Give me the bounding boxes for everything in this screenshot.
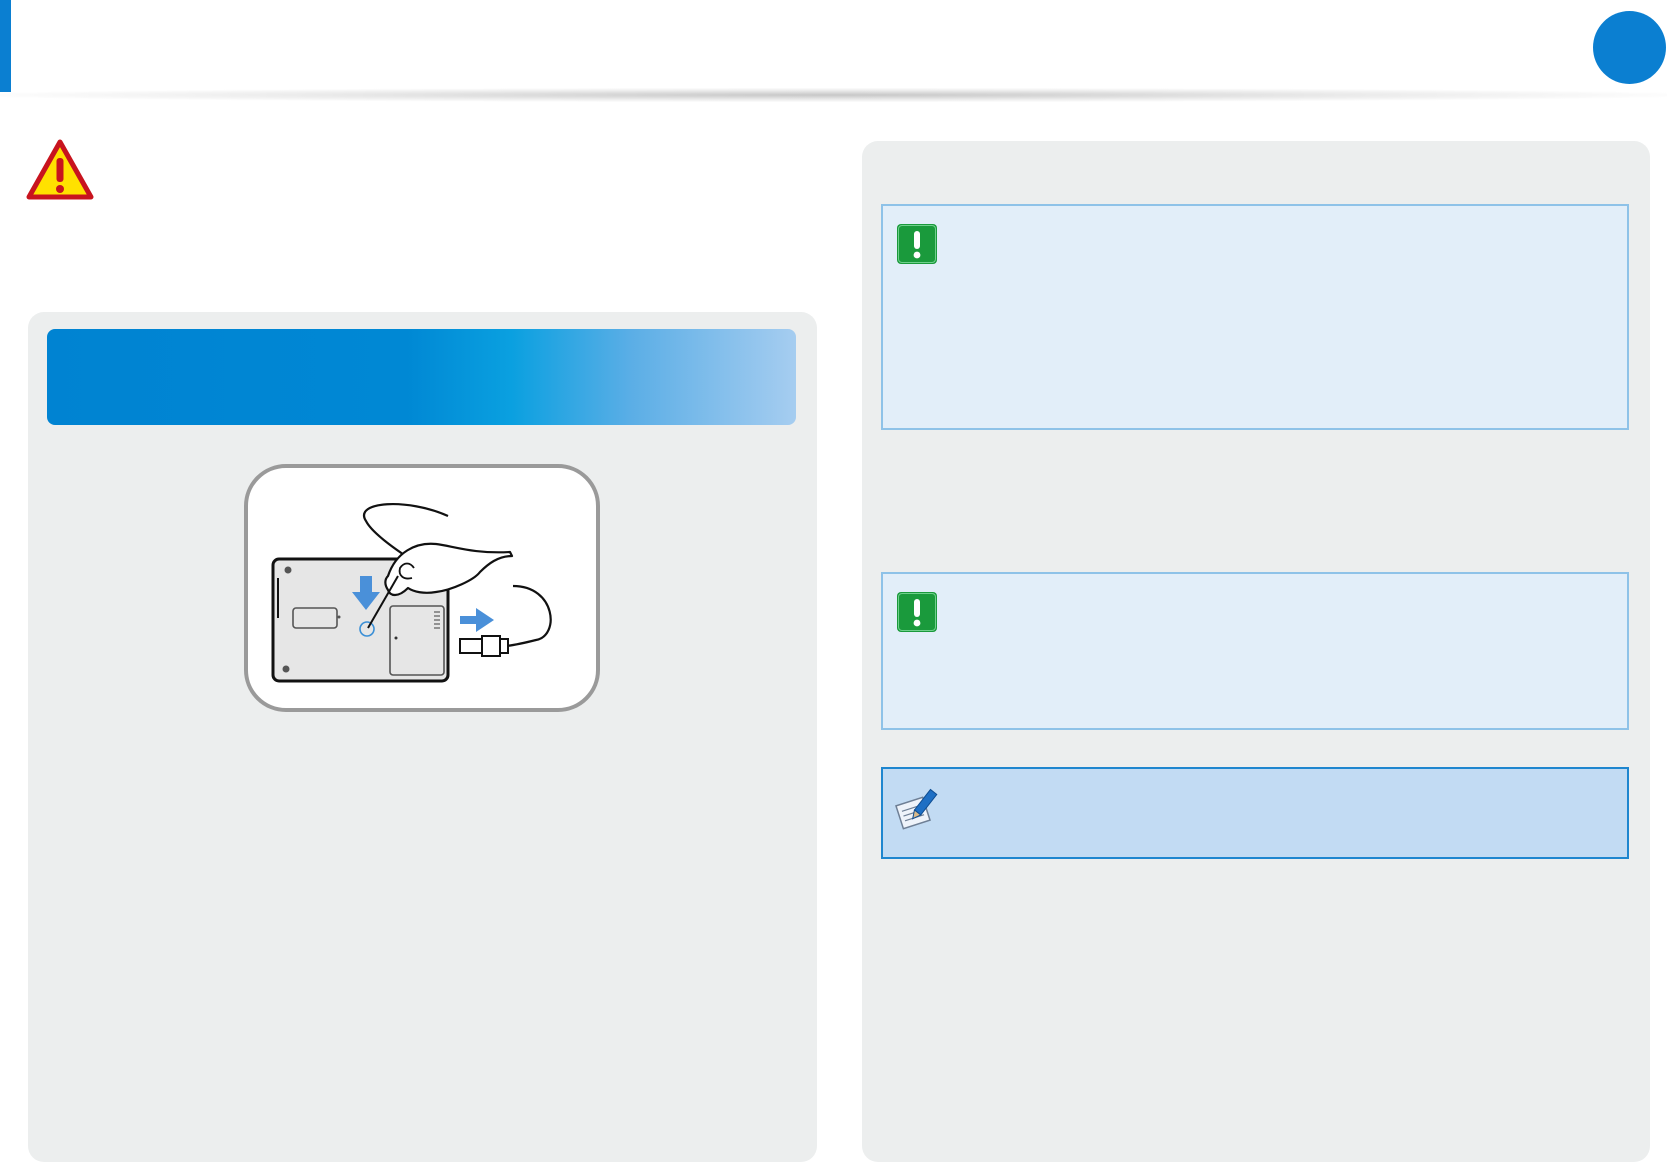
warning-triangle-icon (26, 139, 94, 200)
note-box (881, 767, 1629, 859)
note-pencil-icon (895, 788, 938, 830)
header-divider (0, 88, 1667, 102)
battery-reset-illustration (244, 464, 600, 712)
caution-exclamation-icon (897, 592, 937, 632)
header-accent-bar (0, 0, 11, 92)
caution-exclamation-icon (897, 224, 937, 264)
chapter-marker (1593, 11, 1666, 84)
section-banner (47, 329, 796, 425)
caution-box (881, 204, 1629, 430)
left-content-panel (28, 312, 817, 1162)
caution-box (881, 572, 1629, 730)
